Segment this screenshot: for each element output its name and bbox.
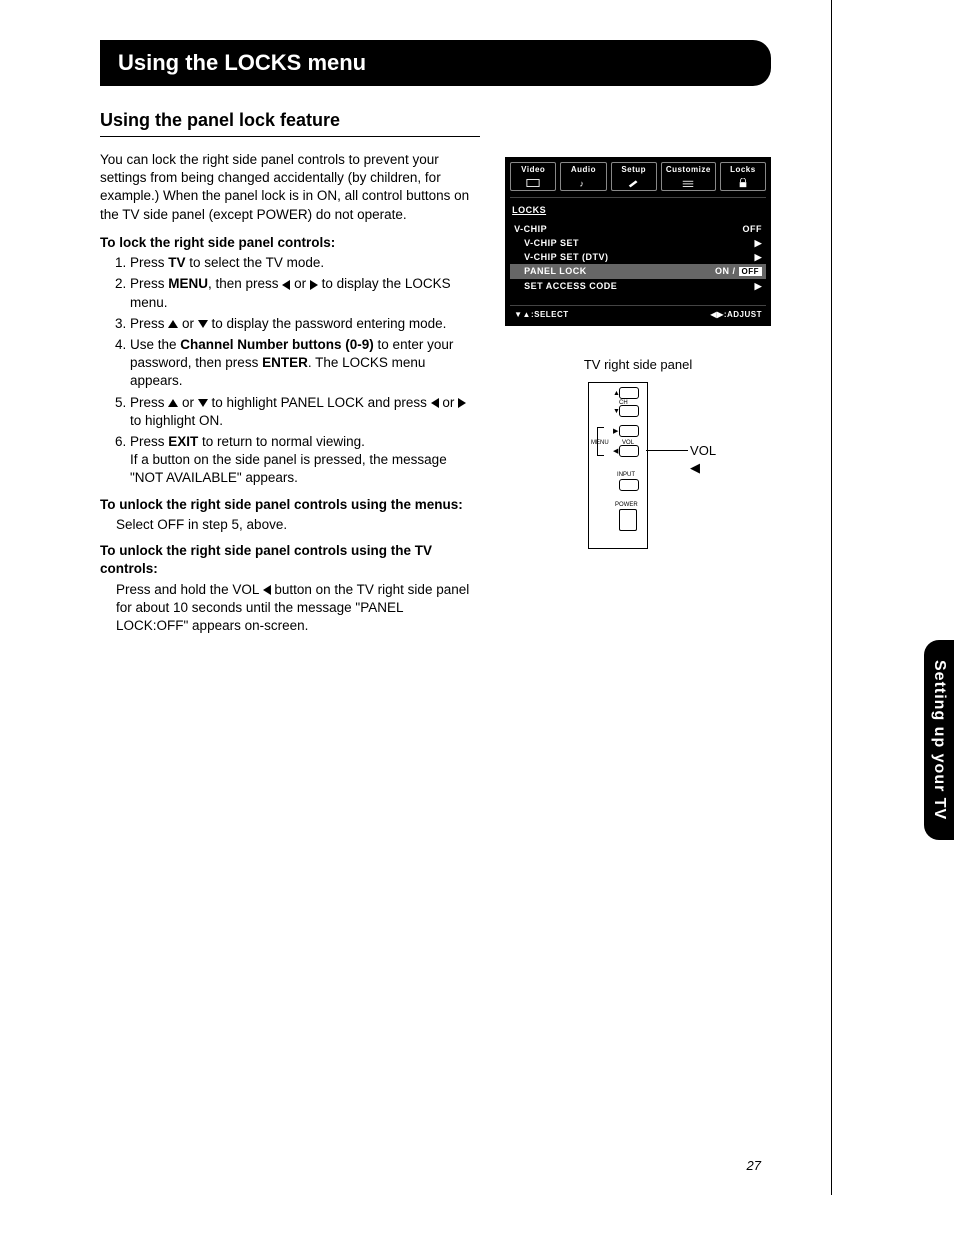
- triangle-down-icon: [198, 320, 208, 328]
- osd-row-vchip-set: V-CHIP SET▶: [510, 236, 766, 250]
- osd-row-set-access-code: SET ACCESS CODE▶: [510, 279, 766, 293]
- osd-row-vchip: V-CHIPOFF: [510, 222, 766, 236]
- step-5: Press or to highlight PANEL LOCK and pre…: [130, 394, 475, 430]
- triangle-down-icon: [198, 399, 208, 407]
- section-title: Using the panel lock feature: [100, 108, 480, 137]
- osd-tab-setup: Setup: [611, 162, 657, 191]
- triangle-right-icon: [458, 398, 466, 408]
- unlock-tv-body: Press and hold the VOL button on the TV …: [100, 581, 475, 636]
- page-number: 27: [747, 1157, 761, 1175]
- step-4: Use the Channel Number buttons (0-9) to …: [130, 336, 475, 391]
- triangle-up-icon: [168, 320, 178, 328]
- osd-title: LOCKS: [512, 204, 766, 216]
- unlock-menu-heading: To unlock the right side panel controls …: [100, 496, 475, 514]
- svg-text:♪: ♪: [580, 178, 585, 188]
- osd-row-vchip-set-dtv: V-CHIP SET (DTV)▶: [510, 250, 766, 264]
- osd-tab-locks: Locks: [720, 162, 766, 191]
- osd-tab-audio: Audio ♪: [560, 162, 606, 191]
- osd-menu: Video Audio ♪ Setup Customize: [505, 157, 771, 326]
- lock-steps: Press TV to select the TV mode. Press ME…: [100, 254, 475, 488]
- lock-icon: [736, 178, 750, 188]
- lock-heading: To lock the right side panel controls:: [100, 234, 475, 252]
- osd-tab-video: Video: [510, 162, 556, 191]
- body-text-column: You can lock the right side panel contro…: [100, 151, 475, 643]
- step-2: Press MENU, then press or to display the…: [130, 275, 475, 311]
- unlock-tv-heading: To unlock the right side panel controls …: [100, 542, 475, 578]
- step-3: Press or to display the password enterin…: [130, 315, 475, 333]
- vol-callout: VOL ◀: [690, 442, 728, 477]
- osd-tabs: Video Audio ♪ Setup Customize: [510, 162, 766, 198]
- triangle-right-icon: [310, 280, 318, 290]
- step-6: Press EXIT to return to normal viewing. …: [130, 433, 475, 488]
- unlock-menu-body: Select OFF in step 5, above.: [100, 516, 475, 534]
- triangle-up-icon: [168, 399, 178, 407]
- page-header: Using the LOCKS menu: [100, 40, 771, 86]
- triangle-left-icon: [431, 398, 439, 408]
- intro-text: You can lock the right side panel contro…: [100, 151, 475, 224]
- panel-caption: TV right side panel: [505, 356, 771, 374]
- tv-side-panel-diagram: ▲ CH ▼ ▶ MENU VOL ◀ INPUT: [548, 382, 728, 549]
- osd-footer: ▼▲:SELECT ◀▶:ADJUST: [510, 305, 766, 321]
- step-1: Press TV to select the TV mode.: [130, 254, 475, 272]
- side-tab: Setting up your TV: [924, 640, 954, 840]
- osd-tab-customize: Customize: [661, 162, 716, 191]
- triangle-left-icon: [263, 585, 271, 595]
- osd-row-panel-lock: PANEL LOCK ON / OFF: [510, 264, 766, 279]
